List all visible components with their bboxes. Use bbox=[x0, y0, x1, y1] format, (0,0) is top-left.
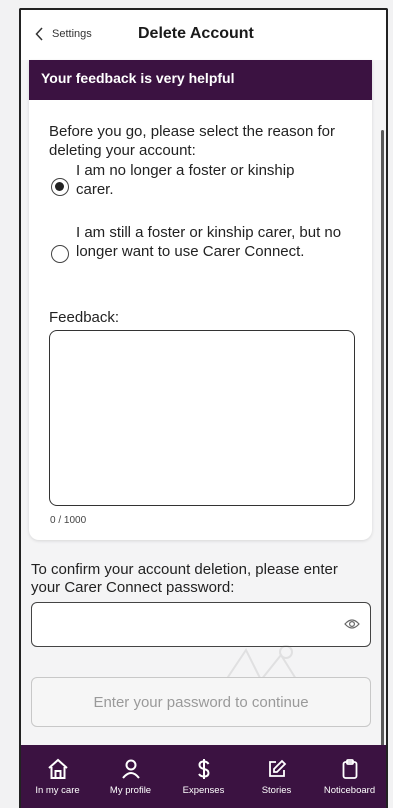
radio-button[interactable] bbox=[51, 245, 69, 263]
phone-frame: Settings Delete Account Your feedback is… bbox=[19, 8, 388, 808]
feedback-card: Your feedback is very helpful Before you… bbox=[29, 60, 372, 540]
feedback-textarea[interactable] bbox=[49, 330, 355, 506]
reason-option-still-carer[interactable]: I am still a foster or kinship carer, bu… bbox=[51, 223, 361, 263]
character-counter: 0 / 1000 bbox=[50, 515, 87, 526]
radio-button-selected[interactable] bbox=[51, 178, 69, 196]
nav-item-my-profile[interactable]: My profile bbox=[94, 745, 167, 808]
edit-icon bbox=[268, 759, 286, 777]
clipboard-icon bbox=[342, 759, 357, 779]
nav-label: Noticeboard bbox=[323, 785, 376, 796]
scrollbar[interactable] bbox=[381, 130, 384, 770]
nav-item-in-my-care[interactable]: In my care bbox=[21, 745, 94, 808]
back-label: Settings bbox=[52, 28, 92, 40]
reason-option-no-longer-carer[interactable]: I am no longer a foster or kinship carer… bbox=[51, 161, 351, 199]
password-prompt: To confirm your account deletion, please… bbox=[31, 561, 338, 596]
eye-icon[interactable] bbox=[344, 617, 360, 631]
feedback-label: Feedback: bbox=[49, 309, 120, 326]
person-icon bbox=[121, 759, 140, 779]
nav-label: Expenses bbox=[182, 785, 225, 796]
home-icon bbox=[47, 758, 68, 779]
reason-option-label: I am no longer a foster or kinship carer… bbox=[76, 162, 295, 198]
nav-label: My profile bbox=[109, 785, 152, 796]
nav-item-expenses[interactable]: Expenses bbox=[167, 745, 240, 808]
card-banner: Your feedback is very helpful bbox=[29, 60, 372, 100]
main-content[interactable]: Your feedback is very helpful Before you… bbox=[21, 60, 386, 770]
app-screen: Settings Delete Account Your feedback is… bbox=[0, 0, 393, 808]
chevron-left-icon bbox=[35, 27, 43, 41]
nav-label: Stories bbox=[261, 785, 292, 796]
top-bar: Settings Delete Account bbox=[21, 10, 386, 60]
reason-prompt: Before you go, please select the reason … bbox=[49, 123, 336, 159]
back-button[interactable]: Settings bbox=[35, 27, 92, 41]
password-field[interactable] bbox=[31, 602, 371, 647]
bottom-nav: In my care My profile Expenses Stories N… bbox=[21, 745, 386, 808]
page-title: Delete Account bbox=[138, 25, 254, 42]
nav-item-noticeboard[interactable]: Noticeboard bbox=[313, 745, 386, 808]
dollar-icon bbox=[197, 759, 210, 779]
nav-item-stories[interactable]: Stories bbox=[240, 745, 313, 808]
reason-option-label: I am still a foster or kinship carer, bu… bbox=[76, 224, 342, 260]
nav-label: In my care bbox=[35, 785, 80, 796]
continue-button[interactable]: Enter your password to continue bbox=[31, 677, 371, 727]
